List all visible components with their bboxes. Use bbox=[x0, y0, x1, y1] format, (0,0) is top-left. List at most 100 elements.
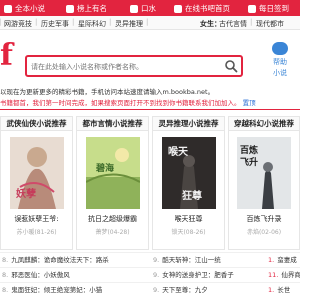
list-rank: 9. bbox=[153, 256, 160, 264]
svg-text:碧海: 碧海 bbox=[95, 162, 114, 174]
site-notice-red: 书籍都首，我们第一时间完成，如果搜索页面打开不到找到你书籍联系我们加加入。 置顶 bbox=[0, 97, 300, 107]
home-icon bbox=[174, 4, 182, 13]
list-item[interactable]: 9. 酷天斩神：江山一统 bbox=[153, 254, 253, 265]
list-item[interactable]: 8. 邪恶医仙：小妖傲风 bbox=[2, 269, 142, 280]
book-title[interactable]: 误惹妖孽王爷: bbox=[1, 214, 72, 224]
notice-link[interactable]: 置顶 bbox=[243, 99, 256, 107]
svg-text:狂尊: 狂尊 bbox=[182, 189, 202, 202]
category-card-urban: 都市言情小说推荐 碧海 抗日之超级爆霸 萧梦(04-28) bbox=[76, 116, 149, 250]
row-divider bbox=[0, 282, 300, 283]
list-item[interactable]: 11.仙界商会 bbox=[268, 269, 300, 280]
svg-text:喉天: 喉天 bbox=[168, 145, 189, 158]
list-title: 邪恶医仙：小妖傲风 bbox=[11, 271, 70, 279]
list-rank: 8. bbox=[2, 256, 9, 264]
chat-icon bbox=[130, 4, 138, 13]
list-rank: 9. bbox=[153, 271, 160, 279]
book-author: 赤焰(02-06) bbox=[246, 229, 282, 236]
list-extra: ：小猫 bbox=[82, 286, 103, 294]
nav-checkin[interactable]: 每日签到 bbox=[248, 3, 289, 14]
list-title: 天下至尊：九夕 bbox=[162, 286, 208, 294]
nav-ranking-label: 榜上有名 bbox=[77, 4, 107, 13]
search-input[interactable] bbox=[31, 60, 221, 73]
book-cover[interactable]: 喉天 狂尊 bbox=[161, 137, 216, 209]
help-shortcut[interactable]: 帮助 小说 bbox=[268, 42, 292, 78]
row-divider bbox=[0, 267, 300, 268]
row-divider bbox=[0, 252, 300, 253]
cover-image-2: 碧海 bbox=[85, 137, 140, 209]
list-rank: 1. bbox=[268, 256, 275, 264]
female-section-label: 女生： bbox=[200, 20, 221, 28]
book-title[interactable]: 抗日之超级爆霸 bbox=[77, 214, 148, 224]
category-header[interactable]: 穿越科幻小说推荐 bbox=[229, 117, 299, 131]
category-card-timetravel: 穿越科幻小说推荐 百炼 飞升 百炼飞升录 赤焰(02-06) bbox=[228, 116, 300, 250]
calendar-icon bbox=[248, 4, 256, 13]
nav-divider: | bbox=[146, 18, 149, 26]
book-title[interactable]: 百炼飞升录 bbox=[229, 214, 299, 224]
nav-history-military[interactable]: 历史军事 bbox=[41, 19, 69, 29]
nav-divider: | bbox=[0, 18, 2, 26]
list-title: 蛮妻成 bbox=[277, 256, 297, 264]
search-icon[interactable] bbox=[224, 59, 238, 73]
category-header[interactable]: 灵异推理小说推荐 bbox=[153, 117, 224, 131]
book-author: 锁天(08-26) bbox=[171, 229, 206, 236]
trophy-icon bbox=[66, 4, 74, 13]
section-divider bbox=[0, 109, 300, 110]
list-rank: 8. bbox=[2, 271, 9, 279]
cover-image-4: 百炼 飞升 bbox=[237, 137, 291, 209]
list-item[interactable]: 1. 长世 bbox=[268, 284, 300, 295]
list-title: 九凤麒麟：诡命魔纹 bbox=[11, 256, 70, 264]
help-sublabel: 小说 bbox=[273, 69, 287, 77]
nav-ancient-romance[interactable]: 古代言情 bbox=[219, 19, 247, 29]
nav-complete-novels[interactable]: 全本小说 bbox=[4, 3, 45, 14]
nav-checkin-label: 每日签到 bbox=[259, 4, 289, 13]
nav-ranking[interactable]: 榜上有名 bbox=[66, 3, 107, 14]
list-title: 鬼面狂妃：倾王绝宠第妃 bbox=[11, 286, 83, 294]
category-header[interactable]: 武侠仙侠小说推荐 bbox=[1, 117, 72, 131]
category-card-mystery: 灵异推理小说推荐 喉天 狂尊 喉天狂尊 锁天(08-26) bbox=[152, 116, 225, 250]
nav-modern-urban[interactable]: 现代都市 bbox=[256, 19, 284, 29]
site-logo[interactable]: f bbox=[0, 36, 14, 76]
nav-home[interactable]: 在线书吧首页 bbox=[174, 3, 230, 14]
book-author: 苏小暖(81-26) bbox=[16, 229, 57, 236]
nav-online-games[interactable]: 网游竞技 bbox=[4, 19, 32, 29]
list-title: 女神的送身护卫：肥香子 bbox=[162, 271, 234, 279]
list-item[interactable]: 8. 九凤麒麟：诡命魔纹法天下：路杀 bbox=[2, 254, 142, 265]
help-label: 帮助 bbox=[273, 58, 287, 66]
book-cover[interactable]: 碧海 bbox=[85, 137, 140, 209]
list-title: 仙界商会 bbox=[281, 271, 300, 279]
list-title: 长世 bbox=[277, 286, 291, 294]
nav-divider: | bbox=[109, 18, 112, 26]
list-item[interactable]: 9. 女神的送身护卫：肥香子 bbox=[153, 269, 263, 280]
cover-image-1: 妖孽 bbox=[9, 137, 64, 209]
nav-comments[interactable]: 口水 bbox=[130, 3, 156, 14]
book-list: 8. 九凤麒麟：诡命魔纹法天下：路杀 9. 酷天斩神：江山一统 1. 蛮妻成 8. 邪恶… bbox=[0, 252, 300, 300]
svg-text:妖孽: 妖孽 bbox=[16, 187, 36, 200]
book-title[interactable]: 喉天狂尊 bbox=[153, 214, 224, 224]
list-extra: 法天下：路杀 bbox=[69, 256, 109, 264]
book-cover[interactable]: 百炼 飞升 bbox=[237, 137, 291, 209]
list-rank: 11. bbox=[268, 271, 279, 279]
nav-supernatural[interactable]: 灵异推理 bbox=[115, 19, 143, 29]
list-item[interactable]: 8. 鬼面狂妃：倾王绝宠第妃：小猫 bbox=[2, 284, 142, 295]
nav-complete-novels-label: 全本小说 bbox=[15, 4, 45, 13]
nav-home-label: 在线书吧首页 bbox=[185, 4, 230, 13]
chat-bubble-icon bbox=[272, 42, 288, 55]
list-item[interactable]: 1. 蛮妻成 bbox=[268, 254, 300, 265]
nav-scifi[interactable]: 星际科幻 bbox=[78, 19, 106, 29]
search-bar bbox=[25, 55, 243, 77]
svg-text:飞升: 飞升 bbox=[240, 156, 258, 168]
book-cover[interactable]: 妖孽 bbox=[9, 137, 64, 209]
site-notice: 以现在为更新更多的精彩书籍，手机访问本站速度请输入m.bookba.net。 bbox=[0, 88, 215, 96]
cover-image-3: 喉天 狂尊 bbox=[161, 137, 216, 209]
list-rank: 8. bbox=[2, 286, 9, 294]
list-title: 酷天斩神：江山一统 bbox=[162, 256, 221, 264]
top-nav-bar: 全本小说 榜上有名 口水 在线书吧首页 每日签到 bbox=[0, 0, 300, 16]
list-item[interactable]: 9. 天下至尊：九夕 bbox=[153, 284, 253, 295]
book-author: 萧梦(04-28) bbox=[95, 229, 130, 236]
category-card-wuxia: 武侠仙侠小说推荐 妖孽 误惹妖孽王爷: 苏小暖(81-26) bbox=[0, 116, 73, 250]
nav-divider: | bbox=[35, 18, 38, 26]
list-rank: 9. bbox=[153, 286, 160, 294]
svg-text:百炼: 百炼 bbox=[240, 144, 258, 156]
category-header[interactable]: 都市言情小说推荐 bbox=[77, 117, 148, 131]
site-notice-red-text: 书籍都首，我们第一时间完成，如果搜索页面打开不到找到你书籍联系我们加加入。 bbox=[0, 99, 241, 107]
